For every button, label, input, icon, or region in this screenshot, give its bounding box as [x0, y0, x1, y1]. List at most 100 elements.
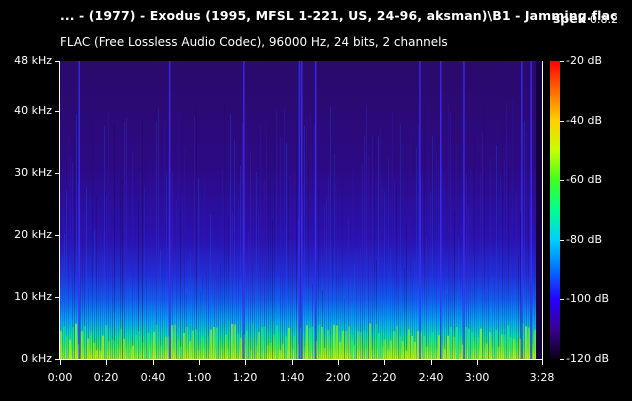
spectrum-streak	[272, 219, 273, 359]
spectrum-streak	[146, 254, 147, 359]
spectrum-lowband	[294, 335, 296, 359]
spectrum-lowband	[93, 342, 95, 359]
spectrum-streak	[500, 175, 501, 359]
spectrum-streak	[150, 156, 151, 359]
spectrum-streak	[308, 155, 309, 359]
spectrum-lowband	[471, 332, 473, 359]
spectrum-lowband	[276, 325, 278, 359]
spectrum-streak	[424, 100, 425, 359]
spectrum-lowband	[126, 347, 128, 359]
spectrum-lowband	[252, 323, 254, 359]
spectrum-lowband	[75, 323, 77, 359]
spectrum-streak	[492, 276, 493, 359]
transient-line	[301, 61, 303, 359]
spectrum-streak	[144, 185, 145, 359]
spectrum-streak	[76, 114, 77, 359]
transient-line	[78, 61, 80, 359]
spectrum-streak	[116, 283, 117, 359]
spectrum-lowband	[135, 335, 137, 359]
spectrum-streak	[482, 133, 483, 359]
spectrum-streak	[270, 114, 271, 359]
spectrum-streak	[230, 114, 231, 359]
spectrum-streak	[198, 178, 199, 359]
spectrum-lowband	[456, 327, 458, 359]
spectrum-streak	[310, 109, 311, 359]
spectrum-streak	[422, 183, 423, 359]
spectrum-lowband	[150, 348, 152, 359]
spectrum-lowband	[195, 329, 197, 359]
spectrum-streak	[68, 135, 69, 359]
spectrum-lowband	[219, 340, 221, 359]
spectrum-streak	[518, 256, 519, 359]
spectrum-lowband	[264, 326, 266, 359]
spectrum-lowband	[516, 340, 518, 359]
spectrum-streak	[400, 124, 401, 359]
spectrum-streak	[290, 176, 291, 359]
spectrum-streak	[118, 283, 119, 359]
time-tick	[542, 360, 543, 365]
spectrum-lowband	[423, 335, 425, 359]
spectrum-lowband	[210, 329, 212, 359]
spectrum-lowband	[138, 331, 140, 359]
spectrum-lowband	[360, 332, 362, 359]
spectrum-lowband	[99, 350, 101, 359]
spectrum-lowband	[336, 325, 338, 359]
spectrum-streak	[276, 109, 277, 359]
spectrum-streak	[260, 124, 261, 359]
time-tick	[477, 360, 478, 365]
time-tick	[431, 360, 432, 365]
db-tick	[560, 240, 564, 241]
spectrum-lowband	[129, 349, 131, 359]
spectrum-streak	[384, 191, 385, 359]
spectrum-streak	[110, 248, 111, 359]
spectrum-lowband	[426, 346, 428, 359]
spectrum-streak	[326, 196, 327, 359]
spectrum-streak	[366, 104, 367, 359]
spectrum-lowband	[231, 323, 233, 359]
transient-line	[298, 61, 301, 359]
spectrum-streak	[470, 169, 471, 359]
spectrum-streak	[490, 157, 491, 359]
spectrum-streak	[140, 171, 141, 359]
transient-line	[463, 61, 465, 359]
freq-label: 30 kHz	[14, 166, 52, 179]
spectrum-streak	[452, 259, 453, 359]
spectrum-lowband	[507, 325, 509, 359]
freq-label: 20 kHz	[14, 228, 52, 241]
spectrum-lowband	[102, 335, 104, 359]
time-label: 2:40	[418, 371, 444, 384]
spectrum-streak	[274, 119, 275, 359]
spectrum-lowband	[108, 340, 110, 359]
time-label: 1:40	[279, 371, 305, 384]
spectrum-streak	[122, 180, 123, 359]
spectrum-lowband	[495, 329, 497, 359]
spectrum-streak	[284, 107, 285, 359]
spectrum-lowband	[309, 327, 311, 359]
spectrum-streak	[178, 109, 179, 359]
db-label: -100 dB	[566, 292, 609, 305]
spectrum-lowband	[213, 326, 215, 359]
spectrum-streak	[154, 161, 155, 359]
spectrum-streak	[266, 134, 267, 359]
spectrum-streak	[142, 118, 143, 359]
spectrum-streak	[410, 130, 411, 359]
spectrum-lowband	[513, 338, 515, 359]
spectrum-lowband	[84, 325, 86, 359]
spectrum-lowband	[81, 331, 83, 359]
spectrum-streak	[280, 136, 281, 359]
spectrum-streak	[156, 122, 157, 359]
spectrum-streak	[476, 165, 477, 359]
spectrum-streak	[504, 159, 505, 359]
spectrum-lowband	[273, 335, 275, 359]
right-axis-line	[542, 61, 543, 360]
spectrum-streak	[286, 143, 287, 359]
spectrum-lowband	[396, 326, 398, 359]
spectrum-streak	[98, 242, 99, 359]
spectrum-streak	[494, 281, 495, 359]
spectrum-lowband	[306, 325, 308, 359]
spectrum-lowband	[279, 350, 281, 359]
spectrum-streak	[92, 117, 93, 359]
spectrum-lowband	[258, 332, 260, 359]
spectrum-streak	[516, 190, 517, 359]
spectrum-streak	[382, 186, 383, 359]
